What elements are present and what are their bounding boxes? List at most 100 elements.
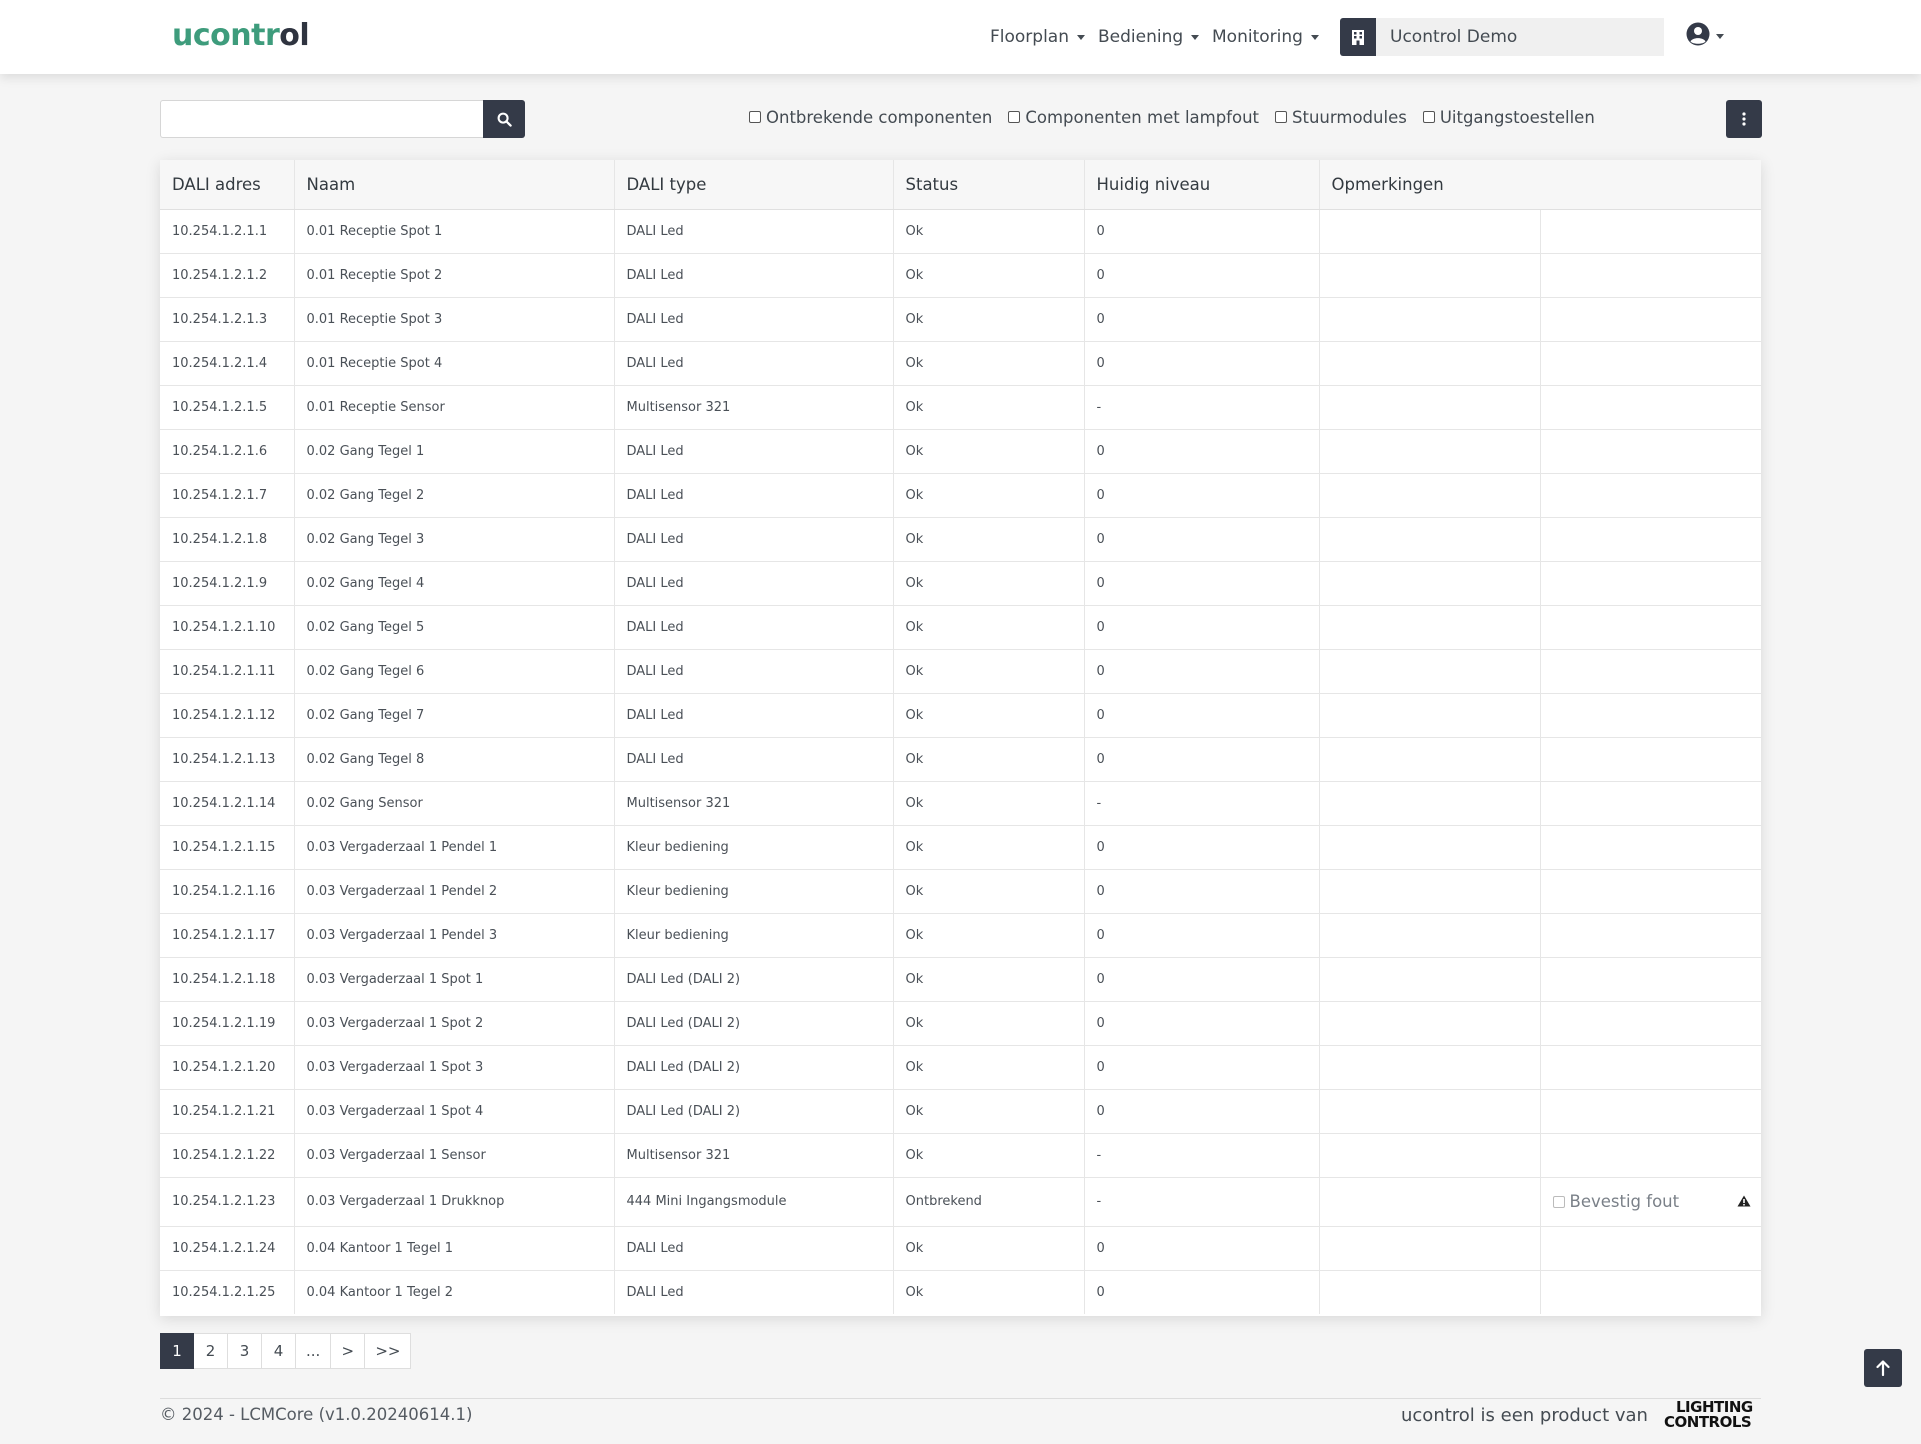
table-row[interactable]: 10.254.1.2.1.25 0.04 Kantoor 1 Tegel 2 DAL…: [160, 1270, 1761, 1314]
column-header-naam[interactable]: Naam: [294, 160, 615, 210]
page-button[interactable]: 2: [194, 1333, 228, 1369]
confirm-fault-checkbox-label[interactable]: Bevestig fout: [1552, 1192, 1679, 1211]
checkbox[interactable]: [749, 111, 761, 123]
scroll-to-top-button[interactable]: [1864, 1349, 1902, 1387]
cell-action: [1540, 693, 1761, 738]
filter-ontbrekende-componenten[interactable]: Ontbrekende componenten: [749, 108, 992, 127]
site-selector[interactable]: Ucontrol Demo: [1340, 18, 1664, 56]
table-row[interactable]: 10.254.1.2.1.11 0.02 Gang Tegel 6 DALI Led…: [160, 649, 1761, 694]
user-menu-dropdown[interactable]: [1686, 22, 1724, 50]
filter-uitgangstoestellen[interactable]: Uitgangstoestellen: [1422, 108, 1595, 127]
cell-opmerkingen[interactable]: [1319, 473, 1541, 518]
table-row[interactable]: 10.254.1.2.1.1 0.01 Receptie Spot 1 DALI L…: [160, 209, 1761, 254]
cell-opmerkingen[interactable]: [1319, 1089, 1541, 1134]
page-button[interactable]: ...: [296, 1333, 332, 1369]
cell-status: Ok: [893, 913, 1085, 958]
cell-opmerkingen[interactable]: [1319, 1177, 1541, 1227]
cell-huidig-niveau: 0: [1084, 1001, 1320, 1046]
nav-bediening-dropdown[interactable]: Bediening: [1098, 24, 1200, 50]
page-button[interactable]: >: [331, 1333, 366, 1369]
table-row[interactable]: 10.254.1.2.1.24 0.04 Kantoor 1 Tegel 1 DAL…: [160, 1226, 1761, 1271]
search-input[interactable]: [160, 100, 484, 138]
table-row[interactable]: 10.254.1.2.1.14 0.02 Gang Sensor Multisens…: [160, 781, 1761, 826]
ucontrol-logo[interactable]: ucontrol: [172, 14, 310, 58]
cell-opmerkingen[interactable]: [1319, 297, 1541, 342]
nav-floorplan-dropdown[interactable]: Floorplan: [990, 24, 1085, 50]
page-button[interactable]: >>: [365, 1333, 412, 1369]
cell-opmerkingen[interactable]: [1319, 649, 1541, 694]
cell-opmerkingen[interactable]: [1319, 957, 1541, 1002]
cell-opmerkingen[interactable]: [1319, 1270, 1541, 1314]
lighting-controls-logo[interactable]: LIGHTING CONTROLS: [1664, 1400, 1762, 1432]
cell-opmerkingen[interactable]: [1319, 1133, 1541, 1178]
page-button[interactable]: 4: [262, 1333, 296, 1369]
cell-opmerkingen[interactable]: [1319, 869, 1541, 914]
cell-opmerkingen[interactable]: [1319, 825, 1541, 870]
table-row[interactable]: 10.254.1.2.1.7 0.02 Gang Tegel 2 DALI Led O…: [160, 473, 1761, 518]
cell-opmerkingen[interactable]: [1319, 561, 1541, 606]
cell-dali-adres: 10.254.1.2.1.10: [160, 605, 295, 650]
table-row[interactable]: 10.254.1.2.1.9 0.02 Gang Tegel 4 DALI Led O…: [160, 561, 1761, 606]
table-row[interactable]: 10.254.1.2.1.3 0.01 Receptie Spot 3 DALI L…: [160, 297, 1761, 342]
cell-action: [1540, 825, 1761, 870]
checkbox[interactable]: [1008, 111, 1021, 123]
cell-opmerkingen[interactable]: [1319, 429, 1541, 474]
cell-opmerkingen[interactable]: [1319, 693, 1541, 738]
table-row[interactable]: 10.254.1.2.1.5 0.01 Receptie Sensor Multis…: [160, 385, 1761, 430]
cell-action: [1540, 737, 1761, 782]
table-row[interactable]: 10.254.1.2.1.4 0.01 Receptie Spot 4 DALI L…: [160, 341, 1761, 386]
caret-down-icon: [1191, 34, 1200, 40]
column-header-huidig-niveau[interactable]: Huidig niveau: [1084, 160, 1320, 210]
cell-opmerkingen[interactable]: [1319, 737, 1541, 782]
confirm-fault-checkbox[interactable]: [1552, 1195, 1565, 1208]
search-button[interactable]: [483, 100, 525, 138]
cell-opmerkingen[interactable]: [1319, 385, 1541, 430]
table-row[interactable]: 10.254.1.2.1.13 0.02 Gang Tegel 8 DALI Led…: [160, 737, 1761, 782]
cell-opmerkingen[interactable]: [1319, 341, 1541, 386]
cell-opmerkingen[interactable]: [1319, 253, 1541, 298]
cell-opmerkingen[interactable]: [1319, 1226, 1541, 1271]
checkbox[interactable]: [1422, 111, 1435, 123]
checkbox[interactable]: [1275, 111, 1288, 123]
cell-huidig-niveau: 0: [1084, 737, 1320, 782]
table-row[interactable]: 10.254.1.2.1.20 0.03 Vergaderzaal 1 Spot …: [160, 1045, 1761, 1090]
filter-stuurmodules[interactable]: Stuurmodules: [1275, 108, 1407, 127]
table-row[interactable]: 10.254.1.2.1.19 0.03 Vergaderzaal 1 Spot …: [160, 1001, 1761, 1046]
table-row[interactable]: 10.254.1.2.1.22 0.03 Vergaderzaal 1 Senso…: [160, 1133, 1761, 1178]
table-row[interactable]: 10.254.1.2.1.23 0.03 Vergaderzaal 1 Drukk…: [160, 1177, 1761, 1227]
cell-status: Ok: [893, 693, 1085, 738]
column-header-opmerkingen[interactable]: Opmerkingen: [1319, 160, 1761, 210]
table-row[interactable]: 10.254.1.2.1.18 0.03 Vergaderzaal 1 Spot …: [160, 957, 1761, 1002]
cell-dali-adres: 10.254.1.2.1.19: [160, 1001, 295, 1046]
cell-status: Ontbrekend: [893, 1177, 1085, 1227]
page-button[interactable]: 1: [160, 1333, 194, 1369]
table-row[interactable]: 10.254.1.2.1.17 0.03 Vergaderzaal 1 Pende…: [160, 913, 1761, 958]
table-row[interactable]: 10.254.1.2.1.10 0.02 Gang Tegel 5 DALI Led…: [160, 605, 1761, 650]
cell-opmerkingen[interactable]: [1319, 517, 1541, 562]
column-header-dali-type[interactable]: DALI type: [614, 160, 894, 210]
nav-monitoring-dropdown[interactable]: Monitoring: [1212, 24, 1319, 50]
cell-opmerkingen[interactable]: [1319, 1001, 1541, 1046]
cell-huidig-niveau: 0: [1084, 913, 1320, 958]
table-row[interactable]: 10.254.1.2.1.12 0.02 Gang Tegel 7 DALI Led…: [160, 693, 1761, 738]
table-row[interactable]: 10.254.1.2.1.15 0.03 Vergaderzaal 1 Pende…: [160, 825, 1761, 870]
more-options-button[interactable]: [1726, 100, 1762, 138]
table-row[interactable]: 10.254.1.2.1.6 0.02 Gang Tegel 1 DALI Led O…: [160, 429, 1761, 474]
cell-opmerkingen[interactable]: [1319, 605, 1541, 650]
column-header-status[interactable]: Status: [893, 160, 1085, 210]
cell-opmerkingen[interactable]: [1319, 209, 1541, 254]
column-header-dali-adres[interactable]: DALI adres: [160, 160, 295, 210]
table-row[interactable]: 10.254.1.2.1.8 0.02 Gang Tegel 3 DALI Led O…: [160, 517, 1761, 562]
filter-componenten-met-lampfout[interactable]: Componenten met lampfout: [1008, 108, 1259, 127]
cell-opmerkingen[interactable]: [1319, 913, 1541, 958]
table-row[interactable]: 10.254.1.2.1.21 0.03 Vergaderzaal 1 Spot …: [160, 1089, 1761, 1134]
cell-status: Ok: [893, 781, 1085, 826]
table-row[interactable]: 10.254.1.2.1.2 0.01 Receptie Spot 2 DALI L…: [160, 253, 1761, 298]
cell-opmerkingen[interactable]: [1319, 1045, 1541, 1090]
cell-dali-adres: 10.254.1.2.1.17: [160, 913, 295, 958]
table-row[interactable]: 10.254.1.2.1.16 0.03 Vergaderzaal 1 Pende…: [160, 869, 1761, 914]
cell-opmerkingen[interactable]: [1319, 781, 1541, 826]
cell-action: [1540, 253, 1761, 298]
page-button[interactable]: 3: [228, 1333, 262, 1369]
cell-action: [1540, 1089, 1761, 1134]
